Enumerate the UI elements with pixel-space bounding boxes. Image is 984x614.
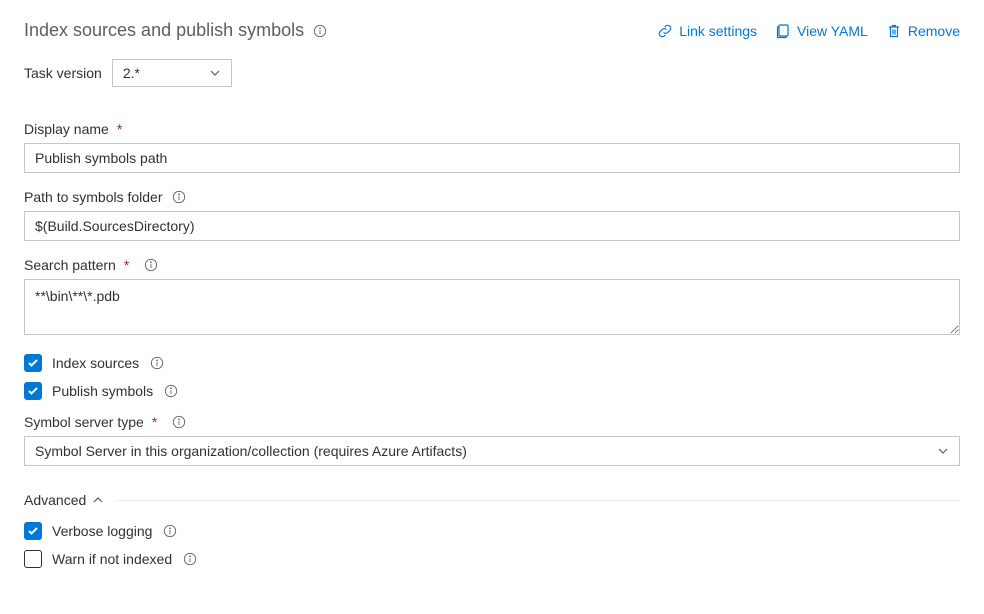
info-icon[interactable] (143, 257, 159, 273)
symbols-folder-field: Path to symbols folder (24, 189, 960, 241)
index-sources-row: Index sources (24, 354, 960, 372)
view-yaml-button[interactable]: View YAML (775, 23, 868, 39)
remove-label: Remove (908, 23, 960, 39)
required-marker: * (117, 121, 122, 137)
symbols-folder-input[interactable] (24, 211, 960, 241)
required-marker: * (152, 414, 157, 430)
warn-not-indexed-row: Warn if not indexed (24, 550, 960, 568)
warn-not-indexed-label: Warn if not indexed (52, 551, 172, 567)
info-icon[interactable] (149, 355, 165, 371)
search-pattern-label: Search pattern (24, 257, 116, 273)
search-pattern-field: Search pattern * (24, 257, 960, 338)
advanced-section-toggle[interactable]: Advanced (24, 492, 960, 508)
page-title: Index sources and publish symbols (24, 20, 304, 41)
publish-symbols-checkbox[interactable] (24, 382, 42, 400)
info-icon[interactable] (162, 523, 178, 539)
display-name-label: Display name (24, 121, 109, 137)
title-group: Index sources and publish symbols (24, 20, 328, 41)
display-name-input[interactable] (24, 143, 960, 173)
section-divider (116, 500, 960, 501)
warn-not-indexed-checkbox[interactable] (24, 550, 42, 568)
verbose-logging-row: Verbose logging (24, 522, 960, 540)
index-sources-label: Index sources (52, 355, 139, 371)
view-yaml-label: View YAML (797, 23, 868, 39)
publish-symbols-label: Publish symbols (52, 383, 153, 399)
chevron-up-icon (92, 494, 104, 506)
display-name-label-row: Display name * (24, 121, 960, 137)
info-icon[interactable] (312, 23, 328, 39)
symbols-folder-label-row: Path to symbols folder (24, 189, 960, 205)
info-icon[interactable] (182, 551, 198, 567)
search-pattern-label-row: Search pattern * (24, 257, 960, 273)
required-marker: * (124, 257, 129, 273)
verbose-logging-label: Verbose logging (52, 523, 152, 539)
remove-button[interactable]: Remove (886, 23, 960, 39)
info-icon[interactable] (163, 383, 179, 399)
server-type-label: Symbol server type (24, 414, 144, 430)
search-pattern-input[interactable] (24, 279, 960, 335)
task-version-row: Task version 2.* (24, 59, 960, 87)
chevron-down-icon (937, 445, 949, 457)
verbose-logging-checkbox[interactable] (24, 522, 42, 540)
index-sources-checkbox[interactable] (24, 354, 42, 372)
advanced-title: Advanced (24, 492, 86, 508)
server-type-select[interactable]: Symbol Server in this organization/colle… (24, 436, 960, 466)
symbols-folder-label: Path to symbols folder (24, 189, 163, 205)
header-actions: Link settings View YAML Remove (657, 23, 960, 39)
link-settings-label: Link settings (679, 23, 757, 39)
link-settings-button[interactable]: Link settings (657, 23, 757, 39)
info-icon[interactable] (171, 189, 187, 205)
server-type-value: Symbol Server in this organization/colle… (35, 443, 467, 459)
chevron-down-icon (209, 67, 221, 79)
display-name-field: Display name * (24, 121, 960, 173)
task-version-value: 2.* (123, 65, 140, 81)
task-version-select[interactable]: 2.* (112, 59, 232, 87)
task-version-label: Task version (24, 65, 102, 81)
publish-symbols-row: Publish symbols (24, 382, 960, 400)
info-icon[interactable] (171, 414, 187, 430)
server-type-label-row: Symbol server type * (24, 414, 960, 430)
header: Index sources and publish symbols Link s… (24, 20, 960, 41)
server-type-field: Symbol server type * Symbol Server in th… (24, 414, 960, 466)
